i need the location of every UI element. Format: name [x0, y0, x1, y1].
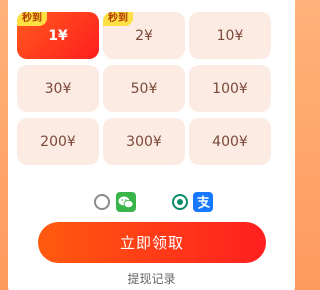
amount-option-200[interactable]: 200¥ [17, 118, 99, 165]
amount-label: 50¥ [130, 80, 158, 97]
amount-label: 200¥ [40, 133, 76, 150]
amount-grid: 秒到 1¥ 秒到 2¥ 10¥ 30¥ 50¥ 100¥ 200¥ 300¥ 4… [17, 12, 287, 165]
amount-label: 1¥ [48, 27, 68, 44]
alipay-glyph-icon [197, 195, 210, 209]
amount-label: 30¥ [44, 80, 72, 97]
amount-label: 10¥ [216, 27, 244, 44]
amount-label: 300¥ [126, 133, 162, 150]
wechat-pay-icon[interactable] [116, 192, 136, 212]
amount-option-400[interactable]: 400¥ [189, 118, 271, 165]
amount-option-100[interactable]: 100¥ [189, 65, 271, 112]
payment-method-row [0, 191, 303, 213]
alipay-radio[interactable] [172, 194, 188, 210]
instant-badge: 秒到 [103, 12, 133, 26]
amount-option-1[interactable]: 秒到 1¥ [17, 12, 99, 59]
amount-label: 100¥ [212, 80, 248, 97]
alipay-icon[interactable] [193, 192, 213, 212]
amount-option-50[interactable]: 50¥ [103, 65, 185, 112]
wechat-pay-radio[interactable] [94, 194, 110, 210]
instant-badge: 秒到 [17, 12, 47, 26]
claim-now-button[interactable]: 立即领取 [38, 222, 266, 263]
amount-option-2[interactable]: 秒到 2¥ [103, 12, 185, 59]
amount-option-10[interactable]: 10¥ [189, 12, 271, 59]
amount-option-300[interactable]: 300¥ [103, 118, 185, 165]
amount-label: 400¥ [212, 133, 248, 150]
amount-option-30[interactable]: 30¥ [17, 65, 99, 112]
amount-label: 2¥ [135, 27, 153, 44]
wechat-bubbles-icon [118, 196, 134, 208]
withdraw-record-link[interactable]: 提现记录 [0, 270, 303, 287]
